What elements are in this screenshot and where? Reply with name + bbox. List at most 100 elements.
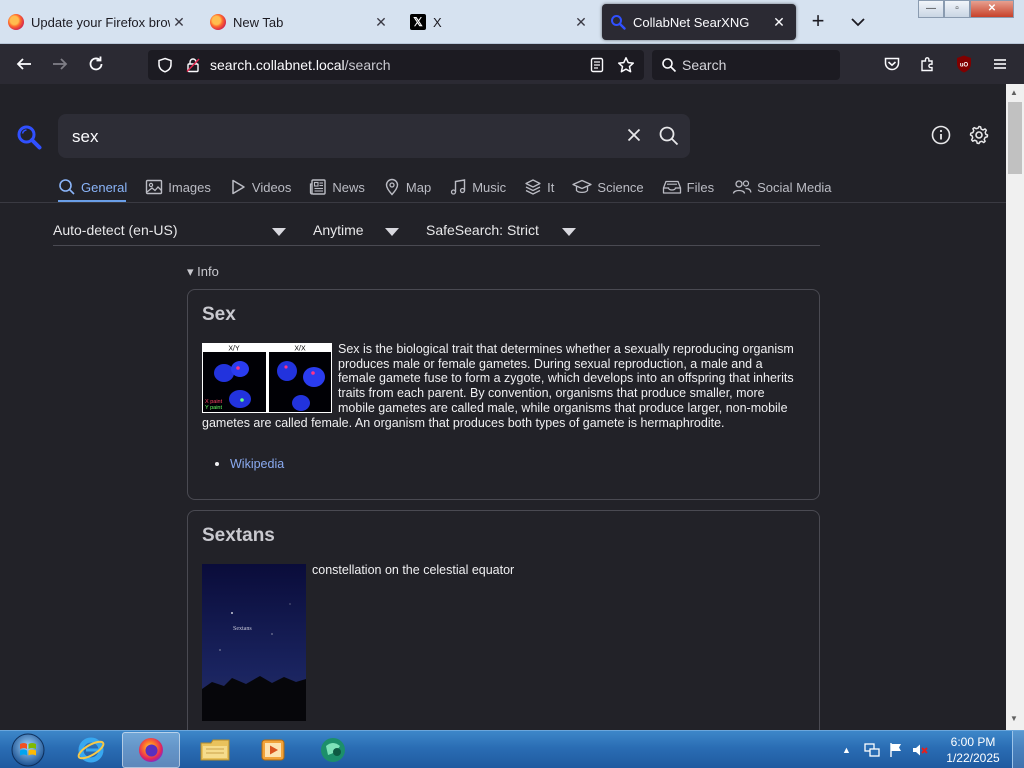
info-section-toggle[interactable]: ▾ Info: [187, 264, 219, 280]
firefox-icon: [210, 14, 226, 30]
infobox-description: constellation on the celestial equator: [312, 563, 515, 577]
close-tab-icon[interactable]: ✕: [770, 14, 788, 31]
music-note-icon: [451, 179, 466, 195]
windows-taskbar: ▲ 6:00 PM 1/22/2025: [0, 730, 1024, 768]
category-music[interactable]: Music: [449, 176, 506, 198]
volume-muted-icon[interactable]: [911, 741, 929, 759]
show-desktop-button[interactable]: [1012, 731, 1024, 768]
time-range-dropdown-icon[interactable]: [385, 228, 399, 236]
category-map[interactable]: Map: [383, 176, 431, 198]
action-center-flag-icon[interactable]: [887, 741, 905, 759]
image-label-xy: X/Y: [228, 346, 240, 353]
app-taskbar-button[interactable]: [306, 732, 360, 768]
firefox-taskbar-button[interactable]: [122, 732, 180, 768]
list-all-tabs-icon[interactable]: [848, 12, 868, 32]
close-tab-icon[interactable]: ✕: [572, 14, 590, 31]
maximize-button[interactable]: ▫: [944, 0, 970, 18]
category-files[interactable]: Files: [662, 176, 714, 198]
layers-icon: [525, 179, 541, 195]
searxng-logo-icon[interactable]: [16, 124, 42, 150]
extensions-button[interactable]: [916, 52, 940, 76]
safesearch-select[interactable]: SafeSearch: Strict: [426, 222, 539, 238]
address-bar[interactable]: search.collabnet.local/search: [148, 50, 644, 80]
url-host: search.collabnet.local: [210, 57, 345, 73]
internet-explorer-taskbar-button[interactable]: [64, 732, 118, 768]
svg-text:uO: uO: [960, 63, 969, 69]
list-item: Wikipedia: [230, 456, 284, 471]
category-label: Science: [597, 179, 644, 195]
url-text[interactable]: search.collabnet.local/search: [210, 57, 391, 73]
file-explorer-taskbar-button[interactable]: [188, 732, 242, 768]
back-button[interactable]: [12, 52, 36, 76]
close-window-button[interactable]: ✕: [970, 0, 1014, 18]
image-label-xx: X/X: [294, 346, 306, 353]
reader-view-icon[interactable]: [589, 57, 605, 73]
scroll-down-arrow-icon[interactable]: ▼: [1010, 714, 1018, 723]
category-label: Music: [472, 179, 507, 195]
browser-search-box[interactable]: Search: [652, 50, 840, 80]
infobox-image[interactable]: X/Y X/X X paint Y paint: [202, 343, 332, 413]
hamburger-menu-icon: [994, 59, 1006, 69]
app-globe-icon: [321, 738, 345, 762]
search-icon: [59, 179, 75, 195]
minimize-button[interactable]: —: [918, 0, 944, 18]
category-images[interactable]: Images: [145, 176, 211, 198]
category-general[interactable]: General: [58, 176, 127, 198]
new-tab-button[interactable]: +: [806, 10, 830, 34]
tab-title: Update your Firefox browser: [31, 14, 170, 30]
infobox-sextans: Sextans Sextans constellation on the cel…: [187, 510, 820, 730]
wikipedia-link[interactable]: Wikipedia: [230, 457, 284, 471]
category-videos[interactable]: Videos: [229, 176, 291, 198]
lock-warning-icon[interactable]: [185, 57, 201, 73]
infobox-title: Sextans: [202, 525, 275, 546]
tab-title: CollabNet SearXNG: [633, 14, 750, 30]
tab-x[interactable]: 𝕏 X ✕: [402, 4, 598, 40]
search-submit-icon[interactable]: [658, 125, 680, 147]
close-tab-icon[interactable]: ✕: [170, 14, 188, 31]
network-icon[interactable]: [863, 741, 881, 759]
infobox-image[interactable]: Sextans: [202, 564, 306, 721]
category-label: Files: [686, 179, 715, 195]
search-query-field[interactable]: sex: [58, 114, 690, 158]
shield-icon[interactable]: [157, 57, 173, 73]
category-social-media[interactable]: Social Media: [732, 176, 832, 198]
infobox-sex: Sex X/Y X/X X paint Y paint Sex is the b…: [187, 289, 820, 500]
scrollbar-thumb[interactable]: [1008, 102, 1022, 174]
category-it[interactable]: It: [524, 176, 554, 198]
bookmark-star-icon[interactable]: [617, 56, 635, 74]
scroll-up-arrow-icon[interactable]: ▲: [1010, 88, 1018, 97]
window-controls: — ▫ ✕: [918, 0, 1014, 20]
time-range-select[interactable]: Anytime: [313, 222, 364, 238]
language-select[interactable]: Auto-detect (en-US): [53, 222, 178, 238]
ublock-origin-button[interactable]: uO: [952, 52, 976, 76]
language-dropdown-icon[interactable]: [272, 228, 286, 236]
forward-button[interactable]: [48, 52, 72, 76]
tab-new-tab[interactable]: New Tab ✕: [202, 4, 398, 40]
internet-explorer-icon: [77, 737, 105, 763]
about-info-icon[interactable]: [930, 124, 952, 146]
search-query-text[interactable]: sex: [72, 127, 98, 147]
app-menu-button[interactable]: [988, 52, 1012, 76]
clock-date: 1/22/2025: [946, 751, 1000, 765]
page-scrollbar[interactable]: ▲ ▼: [1006, 84, 1024, 730]
tab-update-firefox[interactable]: Update your Firefox browser ✕: [0, 4, 196, 40]
system-clock[interactable]: 6:00 PM 1/22/2025: [940, 734, 1006, 766]
show-hidden-icons-arrow[interactable]: ▲: [842, 745, 851, 755]
search-placeholder: Search: [682, 57, 727, 73]
close-tab-icon[interactable]: ✕: [372, 14, 390, 31]
windows-start-icon[interactable]: [6, 732, 50, 768]
people-icon: [732, 180, 752, 194]
media-player-taskbar-button[interactable]: [246, 732, 300, 768]
preferences-gear-icon[interactable]: [968, 124, 990, 146]
category-news[interactable]: News: [309, 176, 365, 198]
tab-collabnet-searxng[interactable]: CollabNet SearXNG ✕: [602, 4, 796, 40]
search-icon: [662, 58, 677, 73]
clear-search-icon[interactable]: [624, 125, 644, 145]
reload-button[interactable]: [84, 52, 108, 76]
pocket-button[interactable]: [880, 52, 904, 76]
safesearch-dropdown-icon[interactable]: [562, 228, 576, 236]
search-filters: Auto-detect (en-US) Anytime SafeSearch: …: [53, 220, 820, 246]
category-science[interactable]: Science: [572, 176, 644, 198]
reload-icon: [89, 56, 103, 71]
firefox-icon: [8, 14, 24, 30]
